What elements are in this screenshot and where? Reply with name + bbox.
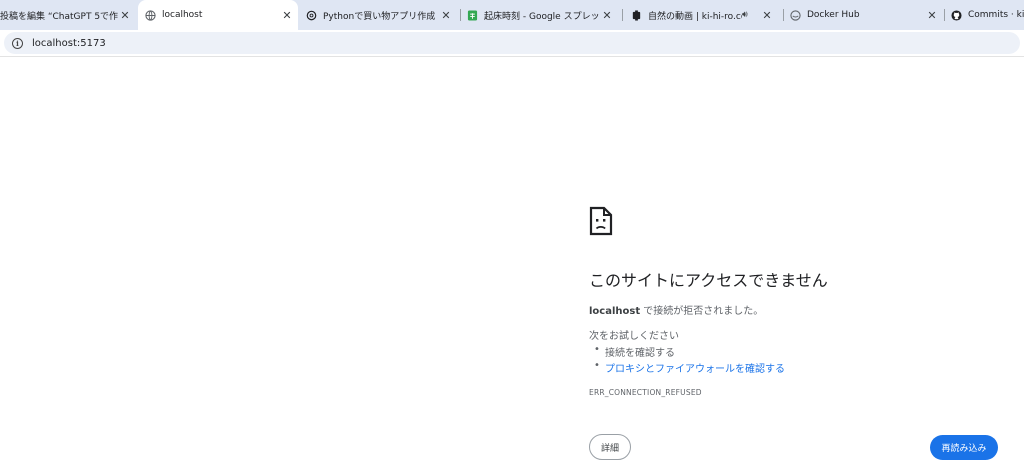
tab-google-sheets[interactable]: 起床時刻 - Google スプレッドシ ✕ <box>466 0 618 30</box>
tab-separator <box>944 9 945 21</box>
close-icon[interactable]: ✕ <box>118 9 132 22</box>
error-host: localhost <box>589 306 641 317</box>
close-icon[interactable]: ✕ <box>925 9 939 22</box>
error-heading: このサイトにアクセスできません <box>589 271 828 290</box>
close-icon[interactable]: ✕ <box>439 9 453 22</box>
globe-icon <box>144 9 156 21</box>
tab-title: 自然の動画 | ki-hi-ro.com <box>648 11 742 22</box>
site-icon <box>630 9 642 21</box>
error-code: ERR_CONNECTION_REFUSED <box>589 388 702 397</box>
tab-title: localhost <box>162 10 203 20</box>
url-text[interactable]: localhost:5173 <box>32 38 106 49</box>
error-message: localhost で接続が拒否されました。 <box>589 302 763 317</box>
tab-title: 起床時刻 - Google スプレッドシ <box>484 11 600 22</box>
sad-document-icon <box>589 206 613 240</box>
reload-button[interactable]: 再読み込み <box>930 435 998 460</box>
close-icon[interactable]: ✕ <box>600 9 614 22</box>
info-icon[interactable]: i <box>12 37 23 49</box>
suggestion-check-connection: 接続を確認する <box>594 344 675 359</box>
try-label: 次をお試しください <box>589 331 679 342</box>
tab-separator <box>622 9 623 21</box>
tab-title: Pythonで買い物アプリ作成 <box>323 11 436 22</box>
docker-icon <box>789 9 801 21</box>
close-icon[interactable]: ✕ <box>760 9 774 22</box>
error-message-text: で接続が拒否されました。 <box>640 306 764 317</box>
error-page: このサイトにアクセスできません localhost で接続が拒否されました。 次… <box>0 58 1024 476</box>
tab-python-app[interactable]: Pythonで買い物アプリ作成 ✕ <box>305 0 457 30</box>
tab-title: Commits · ki-h <box>968 10 1024 20</box>
tab-strip: 投稿を編集 “ChatGPT 5で作る ✕ localhost ✕ Python… <box>0 0 1024 30</box>
speaker-icon[interactable]: 🔊︎ <box>742 10 756 20</box>
address-bar[interactable]: i localhost:5173 <box>4 32 1020 54</box>
openai-icon <box>305 9 317 21</box>
tab-separator <box>783 9 784 21</box>
tab-wordpress[interactable]: 投稿を編集 “ChatGPT 5で作る ✕ <box>0 0 136 30</box>
toolbar: i localhost:5173 <box>0 30 1024 57</box>
tab-nature-video[interactable]: 自然の動画 | ki-hi-ro.com 🔊︎ ✕ <box>630 0 778 30</box>
tab-localhost[interactable]: localhost ✕ <box>138 0 298 30</box>
tab-docker-hub[interactable]: Docker Hub ✕ <box>789 0 943 30</box>
suggestion-check-proxy-firewall-link[interactable]: プロキシとファイアウォールを確認する <box>594 360 785 375</box>
tab-title: 投稿を編集 “ChatGPT 5で作る <box>0 11 118 22</box>
details-button[interactable]: 詳細 <box>589 434 631 460</box>
tab-title: Docker Hub <box>807 10 860 20</box>
tab-github-commits[interactable]: Commits · ki-h <box>950 0 1024 30</box>
close-icon[interactable]: ✕ <box>280 9 294 22</box>
github-icon <box>950 9 962 21</box>
sheets-icon <box>466 9 478 21</box>
tab-separator <box>460 9 461 21</box>
